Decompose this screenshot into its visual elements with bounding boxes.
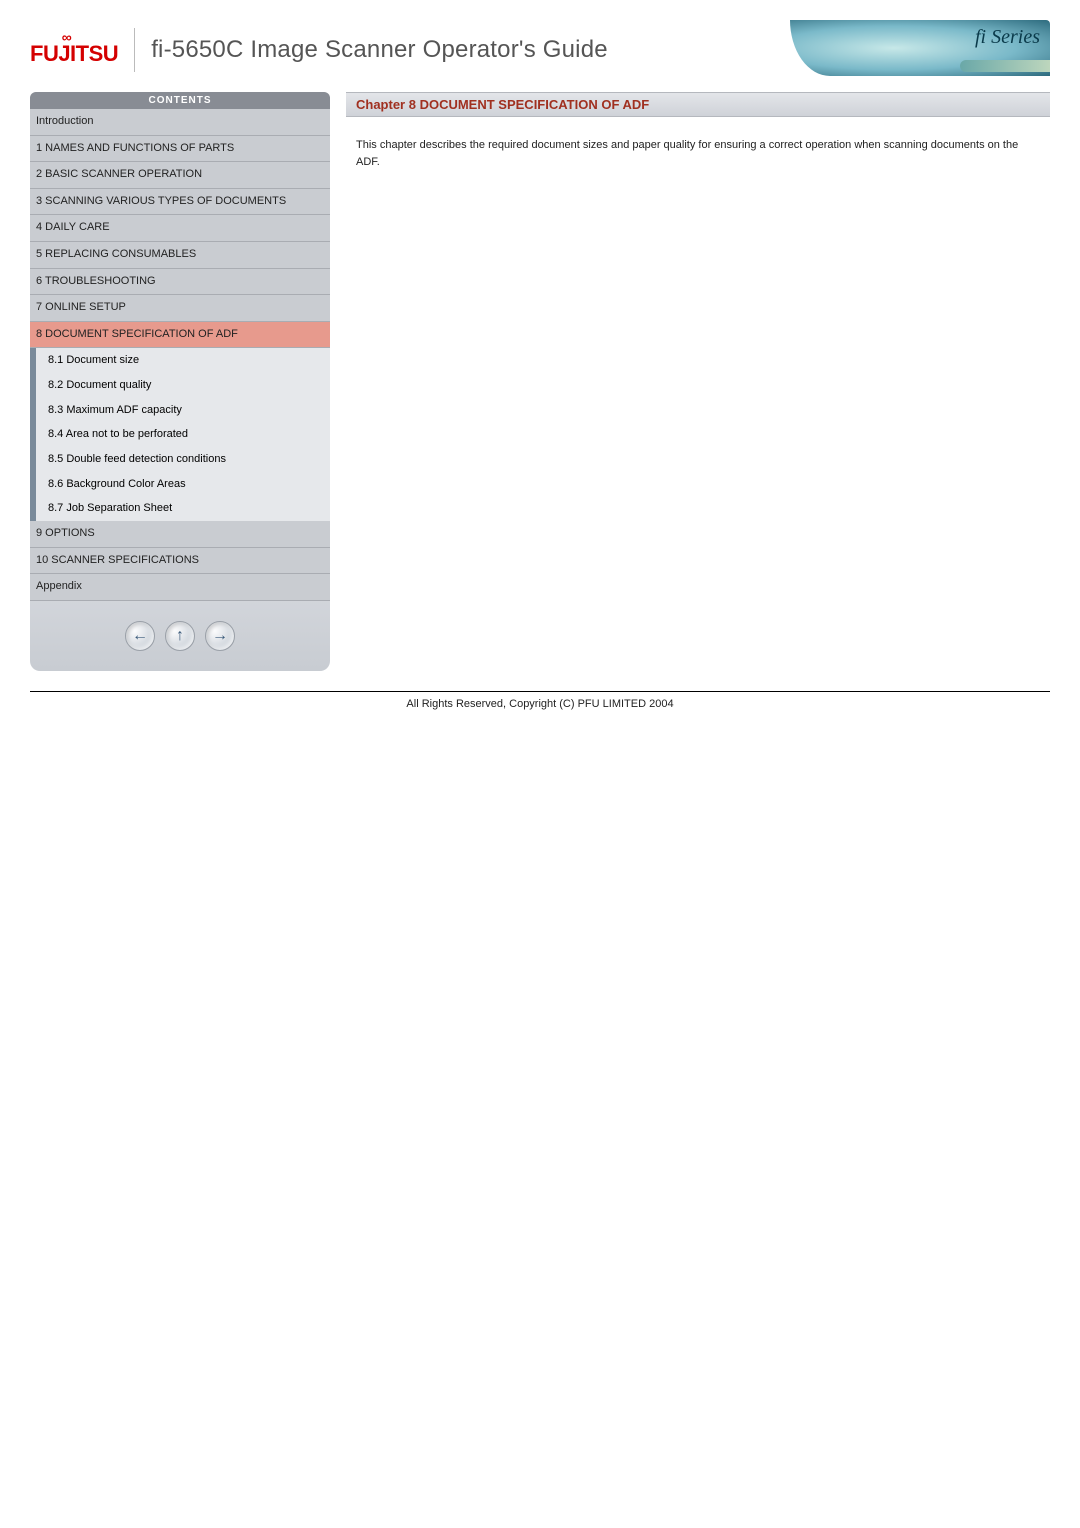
up-button[interactable]: ↑ — [165, 621, 195, 651]
divider — [134, 28, 135, 72]
toc-chapter-7[interactable]: 7 ONLINE SETUP — [30, 295, 330, 322]
toc-chapter-3[interactable]: 3 SCANNING VARIOUS TYPES OF DOCUMENTS — [30, 189, 330, 216]
decorative-band — [960, 60, 1050, 72]
toc-sub-8-3[interactable]: 8.3 Maximum ADF capacity — [30, 398, 330, 423]
toc-sub-8-2[interactable]: 8.2 Document quality — [30, 373, 330, 398]
footer-copyright: All Rights Reserved, Copyright (C) PFU L… — [30, 698, 1050, 710]
arrow-right-icon: → — [212, 627, 228, 645]
chapter-title-bar: Chapter 8 DOCUMENT SPECIFICATION OF ADF — [346, 92, 1050, 117]
toc-appendix[interactable]: Appendix — [30, 574, 330, 601]
toc-chapter-8[interactable]: 8 DOCUMENT SPECIFICATION OF ADF — [30, 322, 330, 349]
toc-chapter-9[interactable]: 9 OPTIONS — [30, 521, 330, 548]
toc-chapter-5[interactable]: 5 REPLACING CONSUMABLES — [30, 242, 330, 269]
chapter-body: This chapter describes the required docu… — [346, 137, 1050, 530]
toc-chapter-1[interactable]: 1 NAMES AND FUNCTIONS OF PARTS — [30, 136, 330, 163]
next-button[interactable]: → — [205, 621, 235, 651]
sidebar: CONTENTS Introduction 1 NAMES AND FUNCTI… — [30, 92, 330, 671]
brand-logo: ∞ FUJITSU — [30, 33, 118, 67]
arrow-left-icon: ← — [132, 627, 148, 645]
main-content: Chapter 8 DOCUMENT SPECIFICATION OF ADF … — [346, 92, 1050, 530]
toc-chapter-2[interactable]: 2 BASIC SCANNER OPERATION — [30, 162, 330, 189]
series-label: fi Series — [975, 26, 1040, 49]
contents-header: CONTENTS — [30, 92, 330, 109]
prev-button[interactable]: ← — [125, 621, 155, 651]
infinity-icon: ∞ — [62, 29, 71, 45]
series-badge: fi Series — [790, 20, 1050, 76]
toc-sub-8-6[interactable]: 8.6 Background Color Areas — [30, 472, 330, 497]
footer-divider — [30, 691, 1050, 692]
toc-sub-8-4[interactable]: 8.4 Area not to be perforated — [30, 422, 330, 447]
toc-sub-8-1[interactable]: 8.1 Document size — [30, 348, 330, 373]
toc-chapter-6[interactable]: 6 TROUBLESHOOTING — [30, 269, 330, 296]
toc-chapter-10[interactable]: 10 SCANNER SPECIFICATIONS — [30, 548, 330, 575]
toc-chapter-4[interactable]: 4 DAILY CARE — [30, 215, 330, 242]
nav-buttons: ← ↑ → — [30, 621, 330, 651]
toc-sub-8-7[interactable]: 8.7 Job Separation Sheet — [30, 496, 330, 521]
page-title: fi-5650C Image Scanner Operator's Guide — [151, 36, 608, 64]
toc-introduction[interactable]: Introduction — [30, 109, 330, 136]
arrow-up-icon: ↑ — [176, 627, 184, 645]
header-banner: ∞ FUJITSU fi-5650C Image Scanner Operato… — [30, 20, 1050, 80]
brand-text: FUJITSU — [30, 41, 118, 66]
toc-sub-8-5[interactable]: 8.5 Double feed detection conditions — [30, 447, 330, 472]
